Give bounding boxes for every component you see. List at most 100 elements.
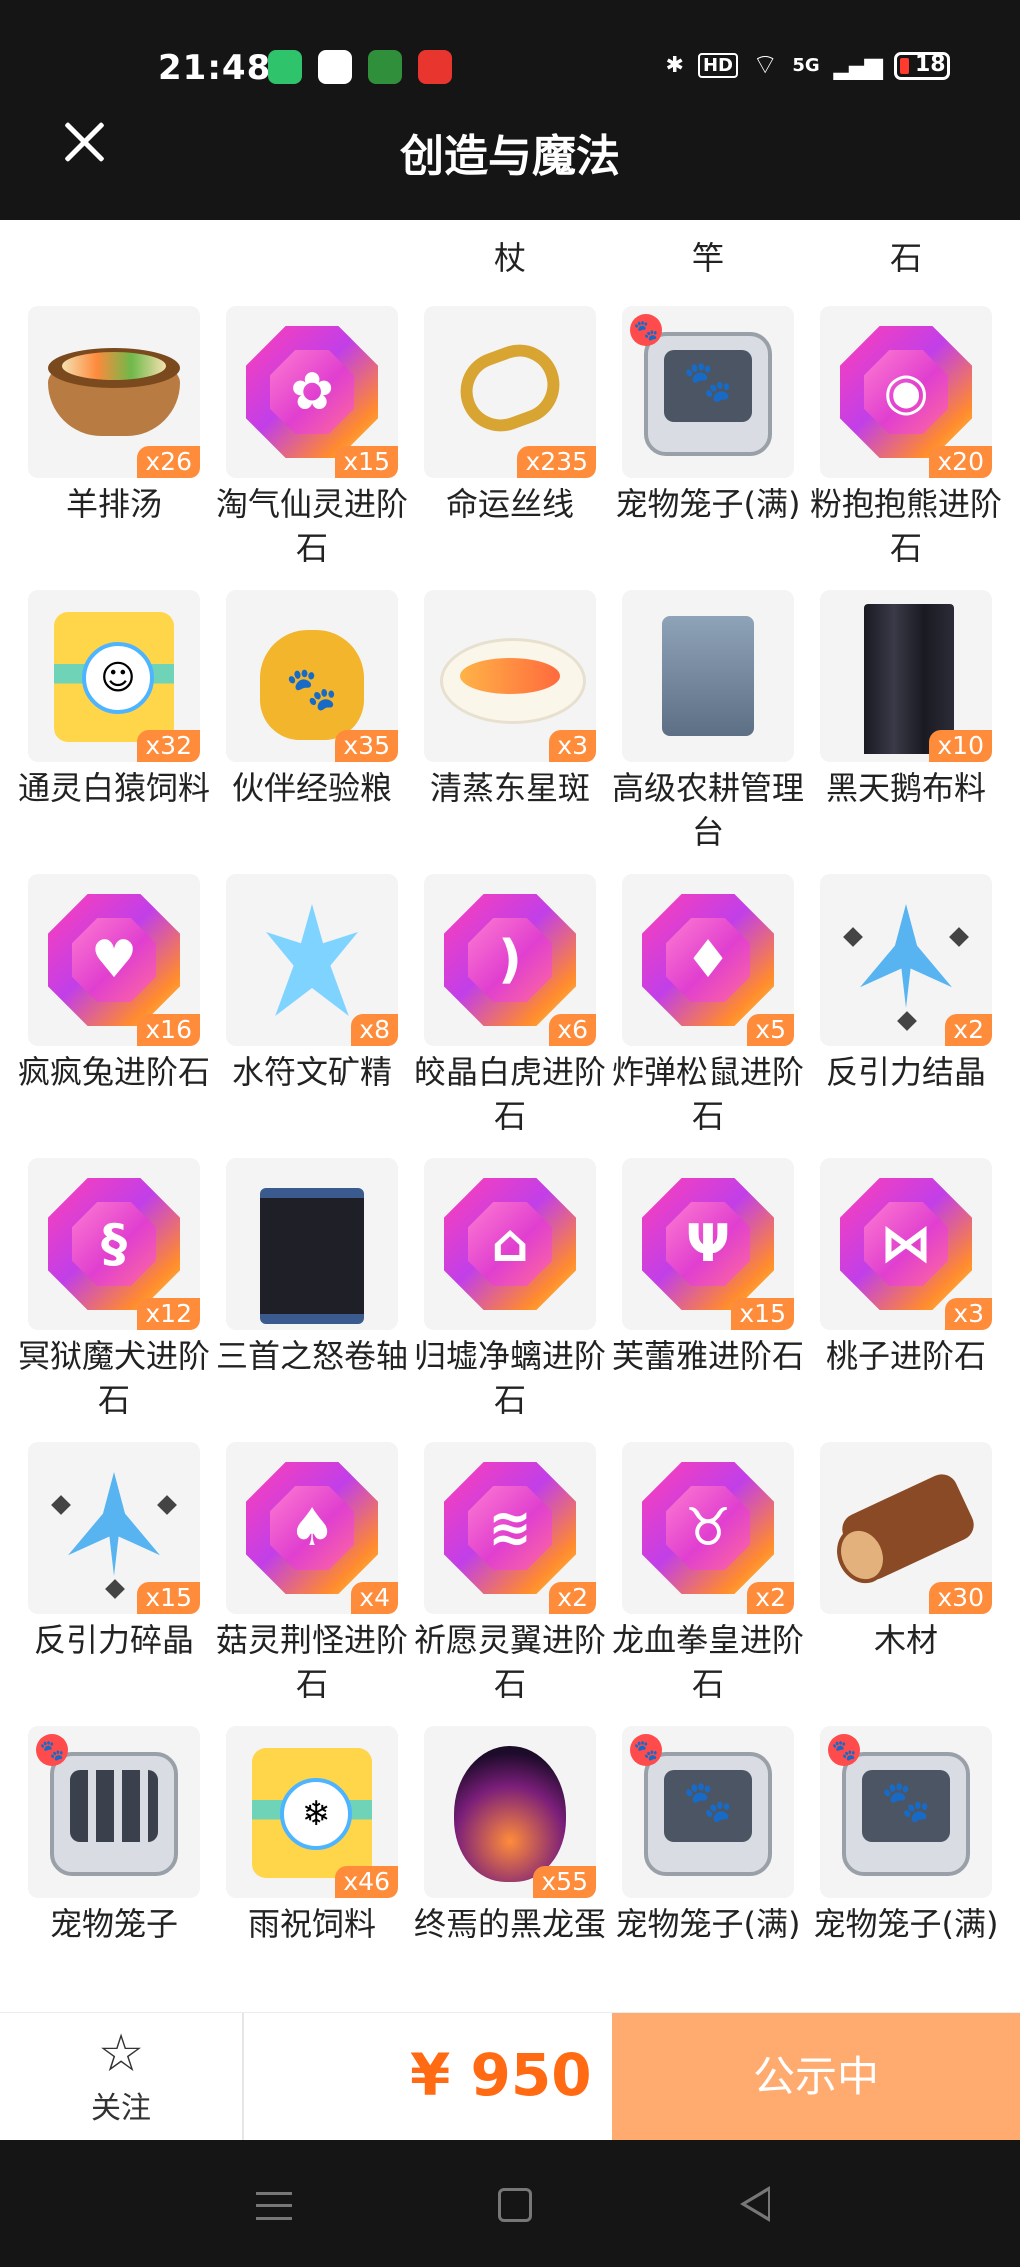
gem-icon: § x12 — [28, 1158, 200, 1330]
cage-full-icon: 🐾 🐾 — [622, 1726, 794, 1898]
item-label: 炸弹松鼠进阶石 — [611, 1053, 804, 1135]
cage-full-icon: 🐾 🐾 — [820, 1726, 992, 1898]
quantity-badge: x15 — [731, 1298, 794, 1330]
search-app-icon — [318, 50, 352, 84]
item-card[interactable]: ✿ x15 淘气仙灵进阶石 — [216, 306, 408, 570]
item-card[interactable]: 🐾 🐾 宠物笼子(满) — [814, 1726, 998, 1946]
price: ¥ 950 — [410, 2041, 592, 2109]
item-label: 黑天鹅布料 — [825, 769, 986, 807]
status-time: 21:48 — [158, 48, 272, 88]
bowl-icon: x26 — [28, 306, 200, 478]
gem-icon: ⌂ — [424, 1158, 596, 1330]
item-label: 宠物笼子(满) — [813, 1905, 999, 1943]
cage-full-icon: 🐾 🐾 — [622, 306, 794, 478]
quantity-badge: x16 — [137, 1014, 200, 1046]
item-label: 雨祝饲料 — [247, 1905, 376, 1943]
item-label: 菇灵荆怪进阶石 — [215, 1621, 408, 1703]
item-card[interactable]: x26 羊排汤 — [28, 306, 200, 526]
pouch-icon: 🐾 x35 — [226, 590, 398, 762]
scroll-icon — [226, 1158, 398, 1330]
item-card[interactable]: 高级农耕管理台 — [612, 590, 804, 854]
nav-back-icon[interactable] — [740, 2186, 770, 2222]
item-card[interactable]: ☺ x32 通灵白猿饲料 — [18, 590, 210, 810]
item-card[interactable]: 🐾 🐾 宠物笼子(满) — [616, 1726, 800, 1946]
partial-item-label: 石 — [889, 239, 922, 277]
quantity-badge: x26 — [137, 446, 200, 478]
item-card[interactable]: x235 命运丝线 — [424, 306, 596, 526]
item-card[interactable]: x3 清蒸东星斑 — [424, 590, 596, 810]
quantity-badge: x8 — [351, 1014, 398, 1046]
item-card[interactable]: x8 水符文矿精 — [226, 874, 398, 1094]
page-title: 创造与魔法 — [400, 131, 620, 182]
item-card[interactable]: ♥ x16 疯疯兔进阶石 — [18, 874, 210, 1094]
quantity-badge: x3 — [549, 730, 596, 762]
item-card[interactable]: ❄ x46 雨祝饲料 — [226, 1726, 398, 1946]
item-card[interactable]: ⌂ 归墟净螭进阶石 — [414, 1158, 606, 1422]
quantity-badge: x15 — [137, 1582, 200, 1614]
item-card[interactable]: 🐾 宠物笼子 — [28, 1726, 200, 1946]
feed-bag-icon: ❄ x46 — [226, 1726, 398, 1898]
item-label: 冥狱魔犬进阶石 — [17, 1337, 210, 1419]
quantity-badge: x12 — [137, 1298, 200, 1330]
gem-icon: ⋈ x3 — [820, 1158, 992, 1330]
log-icon: x30 — [820, 1442, 992, 1614]
fish-plate-icon: x3 — [424, 590, 596, 762]
item-card[interactable]: ♠ x4 菇灵荆怪进阶石 — [216, 1442, 408, 1706]
item-card[interactable]: ⋈ x3 桃子进阶石 — [820, 1158, 992, 1378]
item-label: 通灵白猿饲料 — [17, 769, 210, 807]
rope-icon: x235 — [424, 306, 596, 478]
item-label: 三首之怒卷轴 — [215, 1337, 408, 1375]
quantity-badge: x46 — [335, 1866, 398, 1898]
item-card[interactable]: 🐾 🐾 宠物笼子(满) — [616, 306, 800, 526]
quantity-badge: x2 — [747, 1582, 794, 1614]
partial-item-label: 杖 — [493, 239, 526, 277]
follow-label: 关注 — [91, 2091, 151, 2126]
gem-icon: ♦ x5 — [622, 874, 794, 1046]
oppo-app-icon — [368, 50, 402, 84]
quantity-badge: x32 — [137, 730, 200, 762]
item-label: 淘气仙灵进阶石 — [215, 485, 408, 567]
item-label: 木材 — [873, 1621, 938, 1659]
quantity-badge: x2 — [945, 1014, 992, 1046]
item-card[interactable]: ◉ x20 粉抱抱熊进阶石 — [810, 306, 1002, 570]
star-icon: ☆ — [97, 2024, 145, 2084]
quantity-badge: x35 — [335, 730, 398, 762]
item-grid: 杖竿石 x26 羊排汤 ✿ x15 淘气仙灵进阶石 x235 命运丝线 🐾 🐾 宠物笼子(满) ◉ x2… — [0, 220, 1020, 2012]
publicity-status-button[interactable]: 公示中 — [612, 2013, 1020, 2141]
machine-icon — [622, 590, 794, 762]
nav-home-icon[interactable] — [498, 2188, 532, 2222]
item-card[interactable]: x55 终焉的黑龙蛋 — [414, 1726, 606, 1946]
item-card[interactable]: ≋ x2 祈愿灵翼进阶石 — [414, 1442, 606, 1706]
antigravity-icon: x15 — [28, 1442, 200, 1614]
item-card[interactable]: x30 木材 — [820, 1442, 992, 1662]
gem-icon: Ψx15 — [622, 1158, 794, 1330]
nav-menu-icon[interactable] — [256, 2192, 292, 2220]
item-label: 高级农耕管理台 — [611, 769, 804, 851]
item-label: 归墟净螭进阶石 — [413, 1337, 606, 1419]
item-card[interactable]: ) x6 皎晶白虎进阶石 — [414, 874, 606, 1138]
quantity-badge: x15 — [335, 446, 398, 478]
crystal-icon: x8 — [226, 874, 398, 1046]
gem-icon: ) x6 — [424, 874, 596, 1046]
item-card[interactable]: x2 反引力结晶 — [820, 874, 992, 1094]
item-card[interactable]: x10 黑天鹅布料 — [820, 590, 992, 810]
gem-icon: ≋ x2 — [424, 1442, 596, 1614]
quantity-badge: x30 — [929, 1582, 992, 1614]
item-label: 皎晶白虎进阶石 — [413, 1053, 606, 1135]
antigravity-icon: x2 — [820, 874, 992, 1046]
item-card[interactable]: 🐾 x35 伙伴经验粮 — [226, 590, 398, 810]
item-card[interactable]: ♉ x2 龙血拳皇进阶石 — [612, 1442, 804, 1706]
item-label: 水符文矿精 — [231, 1053, 392, 1091]
quantity-badge: x20 — [929, 446, 992, 478]
quantity-badge: x2 — [549, 1582, 596, 1614]
battery-app-icon — [268, 50, 302, 84]
item-card[interactable]: Ψx15 芙蕾雅进阶石 — [612, 1158, 804, 1378]
item-card[interactable]: x15 反引力碎晶 — [28, 1442, 200, 1662]
quantity-badge: x6 — [549, 1014, 596, 1046]
feed-bag-icon: ☺ x32 — [28, 590, 200, 762]
item-label: 宠物笼子(满) — [615, 485, 801, 523]
item-card[interactable]: 三首之怒卷轴 — [216, 1158, 408, 1378]
item-card[interactable]: § x12 冥狱魔犬进阶石 — [18, 1158, 210, 1422]
item-card[interactable]: ♦ x5 炸弹松鼠进阶石 — [612, 874, 804, 1138]
follow-button[interactable]: ☆ 关注 — [0, 2013, 244, 2141]
